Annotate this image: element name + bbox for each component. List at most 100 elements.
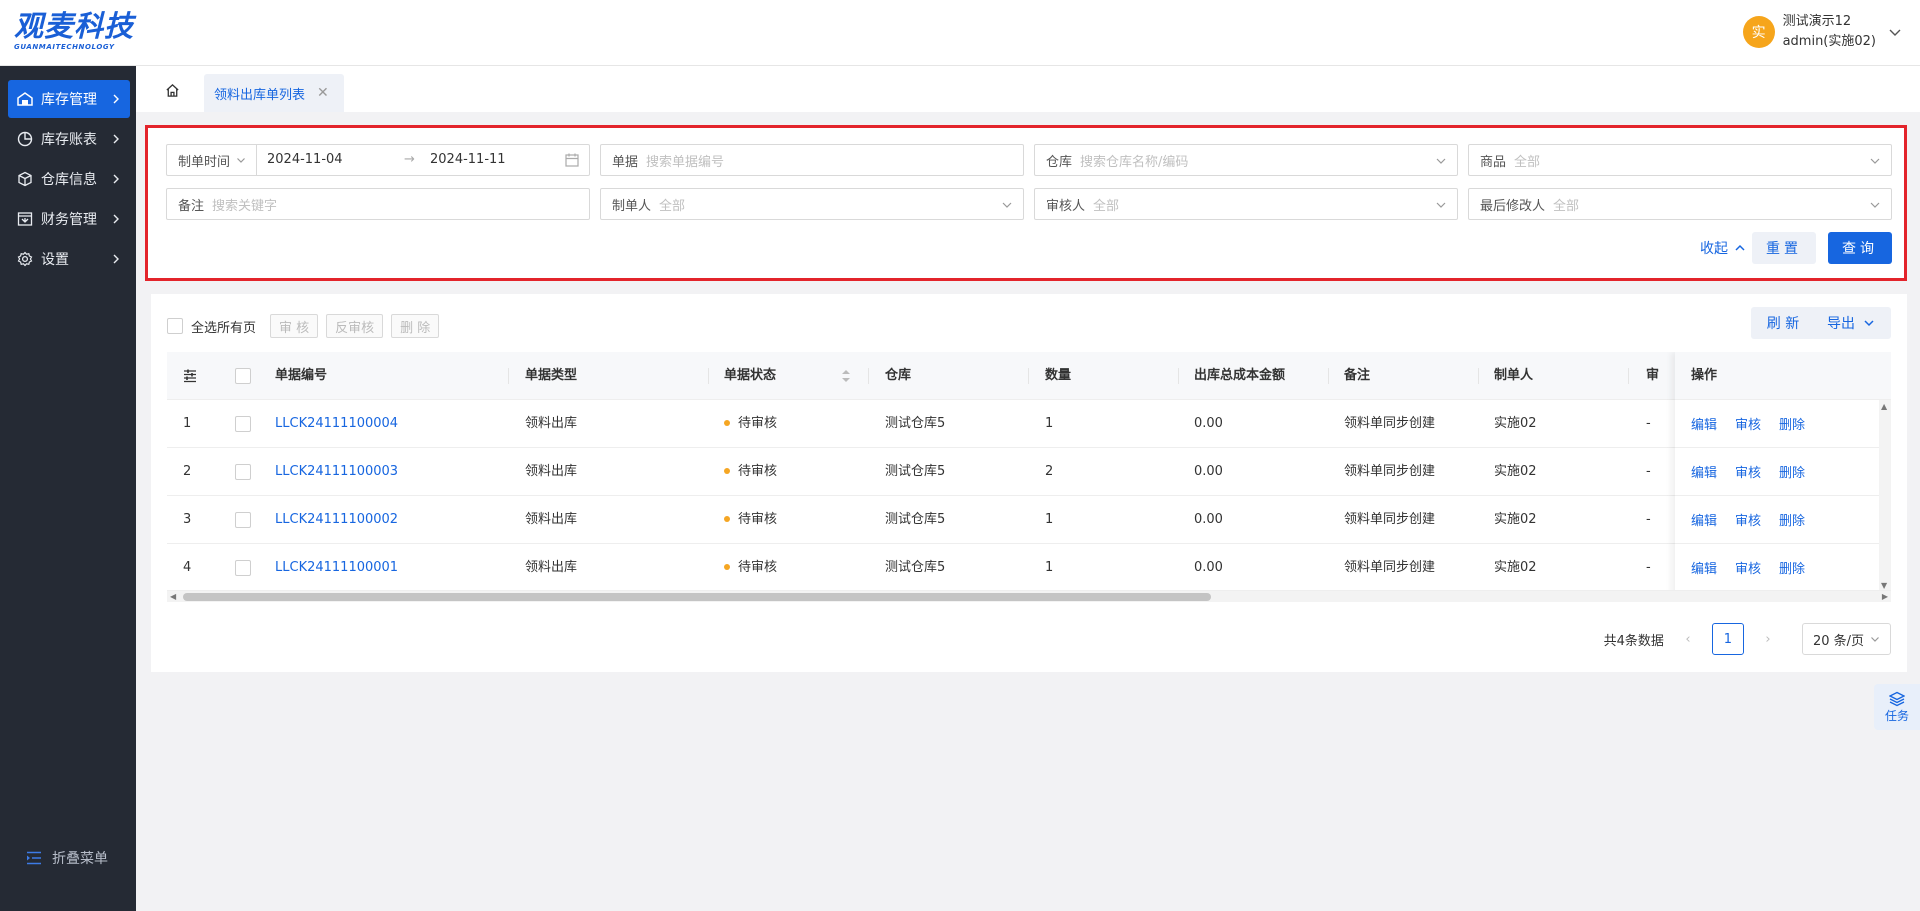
close-icon[interactable]: ✕ (317, 85, 329, 101)
table-card: 全选所有页 审 核 反审核 删 除 刷 新 导出 单据编号 单据类型 单据状态 … (151, 294, 1907, 672)
doc-number-link[interactable]: LLCK24111100001 (275, 544, 398, 592)
sort-icon[interactable] (841, 369, 851, 383)
doc-type: 领料出库 (525, 560, 578, 575)
status-dot (724, 419, 730, 426)
tab-material-issue-list[interactable]: 领料出库单列表 ✕ (204, 74, 344, 112)
row-checkbox[interactable] (235, 464, 251, 480)
data-table: 单据编号 单据类型 单据状态 仓库 数量 出库总成本金额 备注 制单人 审 1 … (167, 352, 1891, 602)
col-creator: 制单人 (1494, 368, 1534, 383)
date-end-input[interactable]: 2024-11-11 (430, 152, 506, 167)
audit-link[interactable]: 审核 (1735, 414, 1761, 433)
goods-select[interactable]: 商品 全部 (1468, 144, 1892, 176)
delete-link[interactable]: 删除 (1779, 510, 1805, 529)
doc-number-link[interactable]: LLCK24111100003 (275, 448, 398, 496)
audit-button[interactable]: 审 核 (270, 314, 319, 338)
col-divider (508, 368, 509, 384)
last-modifier-select[interactable]: 最后修改人 全部 (1468, 188, 1892, 220)
select-all-checkbox[interactable] (167, 318, 183, 334)
remark-label: 备注 (178, 198, 205, 214)
horizontal-scrollbar[interactable]: ◀ ▶ (167, 590, 1891, 602)
delete-link[interactable]: 删除 (1779, 414, 1805, 433)
sidebar-item-finance[interactable]: 财务管理 (8, 200, 130, 238)
status-badge: 待审核 (724, 448, 777, 496)
sidebar-item-settings[interactable]: 设置 (8, 240, 130, 278)
col-doc-status[interactable]: 单据状态 (724, 352, 776, 400)
remark-cell: 领料单同步创建 (1344, 416, 1436, 431)
date-type-select[interactable]: 制单时间 (167, 145, 257, 175)
date-type-label: 制单时间 (178, 154, 231, 170)
row-actions: 编辑 审核 删除 (1675, 400, 1891, 448)
scroll-right-icon[interactable]: ▶ (1882, 592, 1888, 601)
delete-link[interactable]: 删除 (1779, 558, 1805, 577)
col-divider (1628, 368, 1629, 384)
row-checkbox[interactable] (235, 512, 251, 528)
audit-link[interactable]: 审核 (1735, 558, 1761, 577)
bulk-delete-button[interactable]: 删 除 (391, 314, 440, 338)
audit-link[interactable]: 审核 (1735, 462, 1761, 481)
edit-link[interactable]: 编辑 (1691, 558, 1717, 577)
doc-number-field[interactable]: 单据 搜索单据编号 (600, 144, 1024, 176)
brand-logo[interactable]: 观麦科技 GUANMAITECHNOLOGY (14, 10, 154, 56)
chevron-down-icon (237, 158, 245, 163)
warehouse-cell: 测试仓库5 (885, 560, 946, 575)
last-modifier-value: 全部 (1553, 198, 1580, 214)
collapse-filters-button[interactable]: 收起 (1700, 238, 1746, 258)
col-divider (1178, 368, 1179, 384)
column-settings-icon[interactable] (183, 369, 197, 383)
unaudit-button[interactable]: 反审核 (326, 314, 384, 338)
doc-number-link[interactable]: LLCK24111100004 (275, 400, 398, 448)
doc-number-link[interactable]: LLCK24111100002 (275, 496, 398, 544)
edit-link[interactable]: 编辑 (1691, 414, 1717, 433)
table-header: 单据编号 单据类型 单据状态 仓库 数量 出库总成本金额 备注 制单人 审 (167, 352, 1891, 400)
next-page-icon[interactable]: › (1754, 632, 1782, 647)
creator-cell: 实施02 (1494, 512, 1537, 527)
chevron-down-icon (1436, 158, 1446, 164)
prev-page-icon[interactable]: ‹ (1674, 632, 1702, 647)
date-start-input[interactable]: 2024-11-04 (267, 152, 343, 167)
page-number[interactable]: 1 (1711, 623, 1744, 655)
remark-field[interactable]: 备注 搜索关键字 (166, 188, 590, 220)
creator-select[interactable]: 制单人 全部 (600, 188, 1024, 220)
table-row: 4 LLCK24111100001 领料出库 待审核 测试仓库5 1 0.00 … (167, 544, 1891, 592)
auditor-cell: - (1646, 416, 1651, 431)
row-index: 1 (183, 416, 192, 431)
filter-panel: 制单时间 2024-11-04 → 2024-11-11 单据 搜索单据编号 仓… (145, 125, 1907, 281)
query-button[interactable]: 查询 (1828, 232, 1892, 264)
warehouse-select[interactable]: 仓库 搜索仓库名称/编码 (1034, 144, 1458, 176)
delete-link[interactable]: 删除 (1779, 462, 1805, 481)
goods-label: 商品 (1480, 154, 1507, 170)
cost-cell: 0.00 (1194, 416, 1223, 431)
scroll-up-icon[interactable]: ▲ (1881, 402, 1887, 411)
sidebar-item-warehouse-info[interactable]: 仓库信息 (8, 160, 130, 198)
scroll-left-icon[interactable]: ◀ (170, 592, 176, 601)
export-button[interactable]: 导出 (1811, 307, 1891, 339)
sidebar: 库存管理 库存账表 仓库信息 财务管理 设置 折叠菜单 (0, 66, 136, 911)
date-range-filter[interactable]: 制单时间 2024-11-04 → 2024-11-11 (166, 144, 590, 176)
creator-cell: 实施02 (1494, 416, 1537, 431)
pie-chart-icon (17, 131, 33, 147)
chevron-down-icon (1870, 202, 1880, 208)
vertical-scrollbar[interactable]: ▲ ▼ (1879, 400, 1891, 592)
scroll-down-icon[interactable]: ▼ (1881, 581, 1887, 590)
row-checkbox[interactable] (235, 416, 251, 432)
audit-link[interactable]: 审核 (1735, 510, 1761, 529)
row-checkbox[interactable] (235, 560, 251, 576)
warehouse-label: 仓库 (1046, 154, 1073, 170)
refresh-button[interactable]: 刷 新 (1751, 307, 1815, 339)
total-count: 共4条数据 (1603, 633, 1664, 649)
edit-link[interactable]: 编辑 (1691, 510, 1717, 529)
col-divider (1328, 368, 1329, 384)
auditor-value: 全部 (1093, 198, 1120, 214)
user-menu[interactable]: 实 测试演示12 admin(实施02) (1742, 12, 1902, 52)
page-size-select[interactable]: 20 条/页 (1801, 623, 1891, 655)
header-checkbox[interactable] (235, 368, 251, 384)
reset-button[interactable]: 重置 (1752, 232, 1816, 264)
task-button[interactable]: 任务 (1874, 684, 1920, 730)
collapse-menu-button[interactable]: 折叠菜单 (26, 848, 108, 868)
edit-link[interactable]: 编辑 (1691, 462, 1717, 481)
home-tab[interactable] (160, 78, 184, 102)
auditor-select[interactable]: 审核人 全部 (1034, 188, 1458, 220)
scrollbar-thumb[interactable] (183, 593, 1211, 601)
sidebar-item-inventory-report[interactable]: 库存账表 (8, 120, 130, 158)
sidebar-item-inventory[interactable]: 库存管理 (8, 80, 130, 118)
